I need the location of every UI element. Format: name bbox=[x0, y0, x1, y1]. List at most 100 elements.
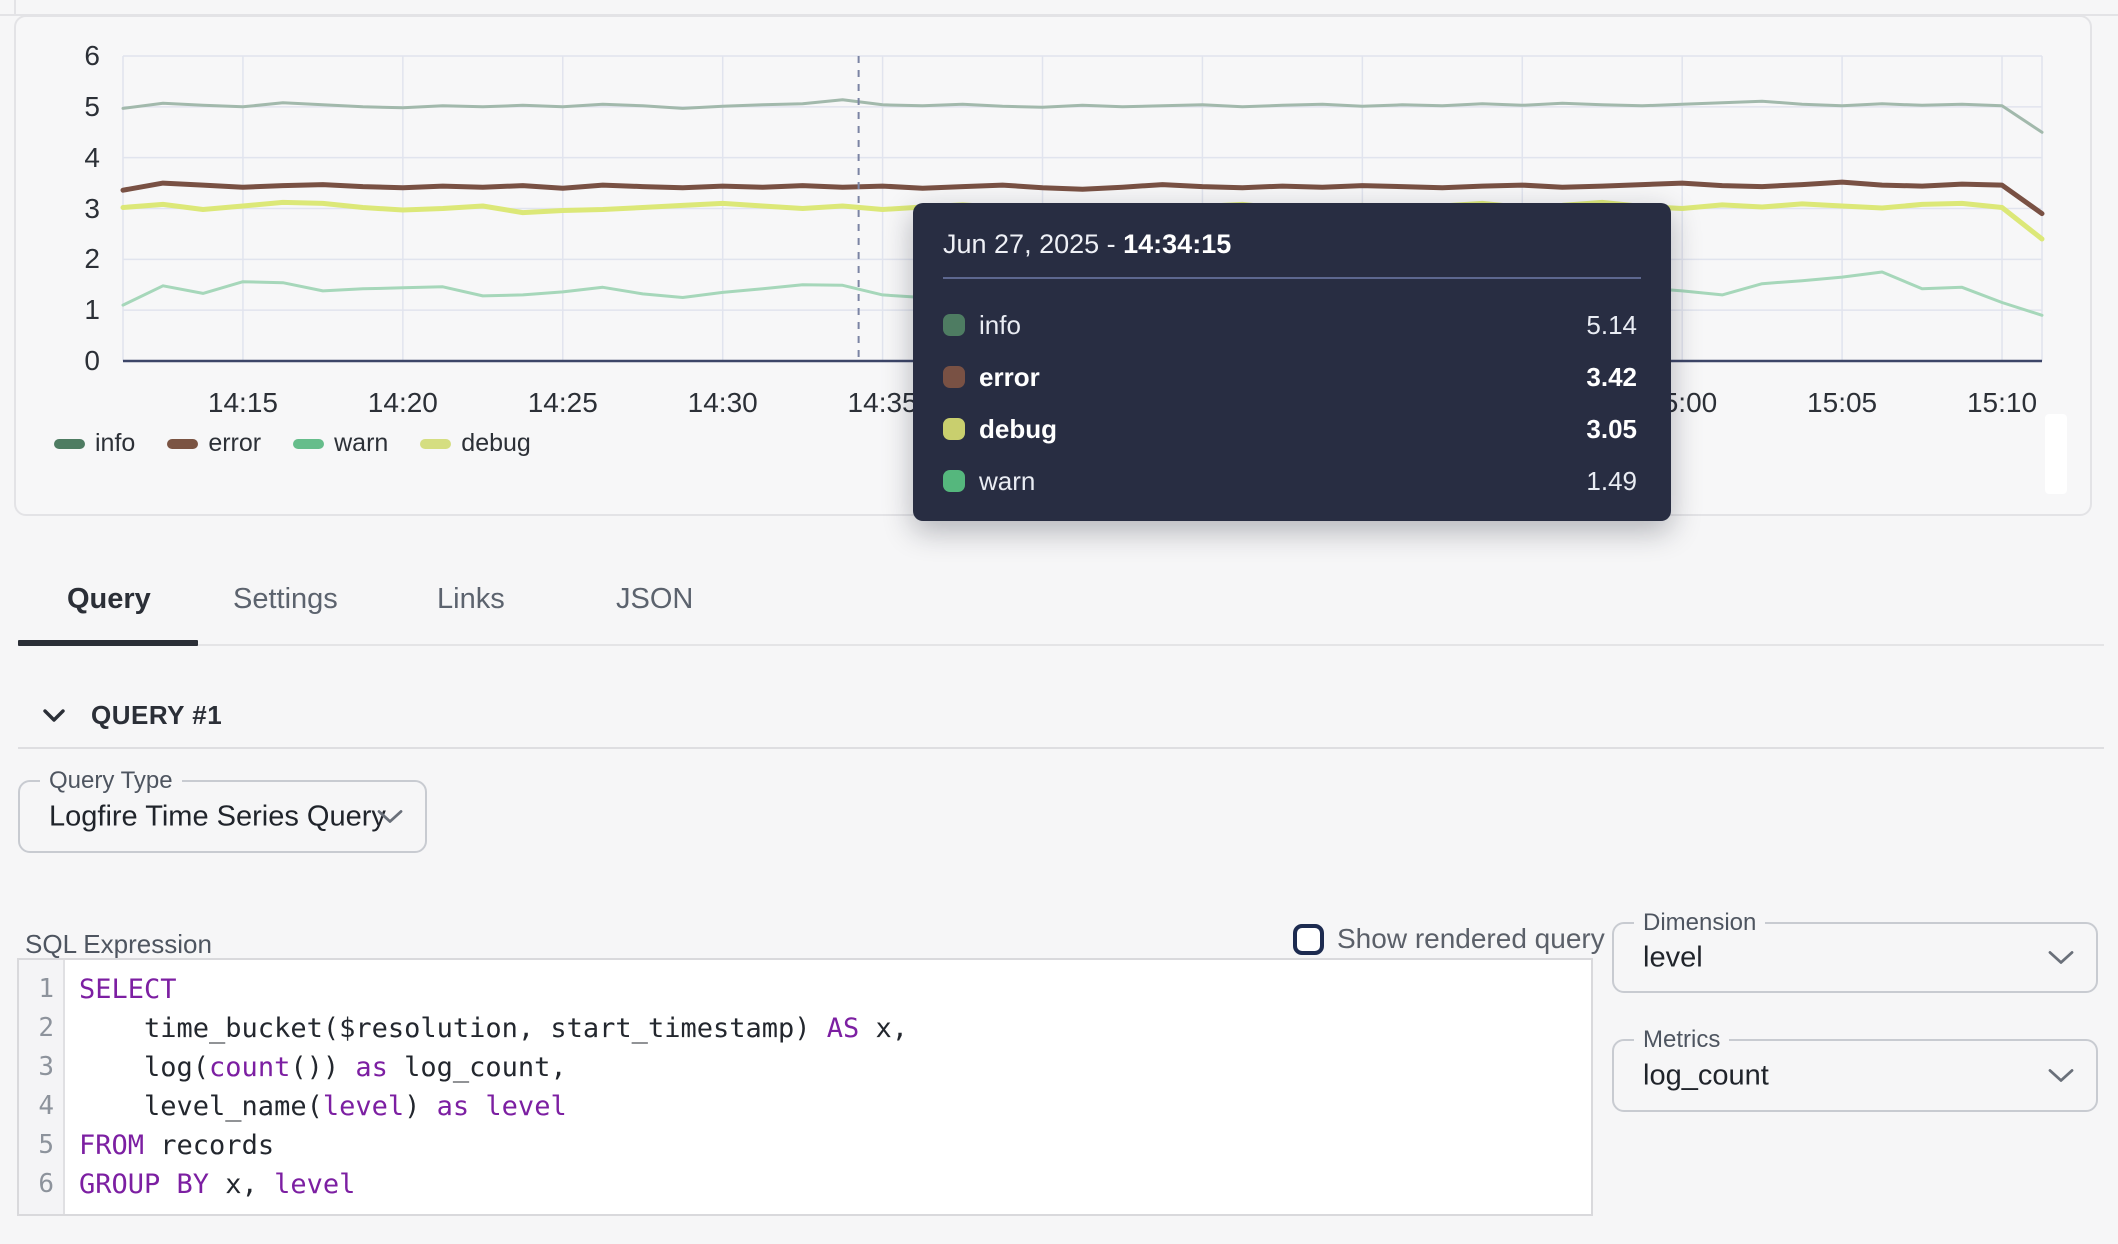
line-number-gutter: 123456 bbox=[19, 960, 65, 1214]
series-value: 3.05 bbox=[1586, 414, 1637, 445]
sql-code-editor[interactable]: 123456 SELECT time_bucket($resolution, s… bbox=[17, 958, 1593, 1216]
series-color-chip bbox=[943, 366, 965, 388]
tab-links[interactable]: Links bbox=[437, 583, 505, 616]
tab-query[interactable]: Query bbox=[67, 583, 151, 616]
series-label: error bbox=[979, 362, 1040, 393]
sql-text-token: time_bucket($resolution, start_timestamp… bbox=[79, 1013, 827, 1044]
sql-keyword-token: SELECT bbox=[79, 974, 177, 1005]
legend-swatch bbox=[167, 439, 198, 449]
legend-item-error[interactable]: error bbox=[167, 429, 261, 458]
line-number: 5 bbox=[19, 1126, 63, 1165]
metrics-value: log_count bbox=[1643, 1059, 1769, 1092]
sql-keyword-token: as bbox=[437, 1091, 470, 1122]
line-number: 4 bbox=[19, 1087, 63, 1126]
series-label: debug bbox=[979, 414, 1057, 445]
show-rendered-query-label: Show rendered query bbox=[1337, 923, 1605, 955]
tab-bar-divider bbox=[18, 644, 2104, 646]
sql-text-token: ) bbox=[404, 1091, 437, 1122]
sql-text-token bbox=[469, 1091, 485, 1122]
y-axis-tick: 6 bbox=[56, 42, 100, 70]
sql-keyword-token: as bbox=[355, 1052, 388, 1083]
panel-editor-page: 0123456 14:1514:2014:2514:3014:3514:4014… bbox=[0, 0, 2118, 1244]
x-axis-tick: 15:10 bbox=[1942, 387, 2062, 419]
divider bbox=[18, 747, 2104, 749]
line-number: 1 bbox=[19, 970, 63, 1009]
tab-settings[interactable]: Settings bbox=[233, 583, 338, 616]
active-tab-indicator bbox=[18, 640, 198, 646]
legend-item-warn[interactable]: warn bbox=[293, 429, 388, 458]
sql-line[interactable]: FROM records bbox=[79, 1126, 1591, 1165]
sql-code[interactable]: SELECT time_bucket($resolution, start_ti… bbox=[65, 960, 1591, 1214]
tooltip-row-error: error 3.42 bbox=[943, 351, 1637, 403]
x-axis-tick: 14:30 bbox=[663, 387, 783, 419]
sql-keyword-token: level bbox=[485, 1091, 566, 1122]
tab-json[interactable]: JSON bbox=[616, 583, 693, 616]
divider bbox=[14, 0, 16, 14]
show-rendered-query-checkbox[interactable] bbox=[1293, 924, 1324, 955]
query-section-header[interactable]: QUERY #1 bbox=[43, 700, 222, 731]
series-value: 3.42 bbox=[1586, 362, 1637, 393]
y-axis-tick: 4 bbox=[56, 144, 100, 172]
chevron-down-icon bbox=[377, 809, 403, 824]
sql-text-token: level_name( bbox=[79, 1091, 323, 1122]
show-rendered-query-toggle[interactable]: Show rendered query bbox=[1293, 923, 1605, 955]
query-section-title: QUERY #1 bbox=[91, 700, 222, 731]
y-axis-tick: 0 bbox=[56, 347, 100, 375]
y-axis-tick: 2 bbox=[56, 245, 100, 273]
query-type-select[interactable]: Query Type Logfire Time Series Query bbox=[18, 780, 427, 853]
dimension-value: level bbox=[1643, 941, 1703, 974]
metrics-select[interactable]: Metrics log_count bbox=[1612, 1039, 2098, 1112]
y-axis-tick: 1 bbox=[56, 296, 100, 324]
x-axis-tick: 14:25 bbox=[503, 387, 623, 419]
x-axis-tick: 15:05 bbox=[1782, 387, 1902, 419]
sql-keyword-token: count bbox=[209, 1052, 290, 1083]
sql-text-token: log_count, bbox=[388, 1052, 567, 1083]
scrollbar-thumb[interactable] bbox=[2045, 414, 2067, 494]
line-number: 6 bbox=[19, 1165, 63, 1204]
chevron-down-icon bbox=[2048, 1068, 2074, 1083]
tooltip-row-debug: debug 3.05 bbox=[943, 403, 1637, 455]
sql-line[interactable]: SELECT bbox=[79, 970, 1591, 1009]
sql-text-token: x, bbox=[859, 1013, 908, 1044]
x-axis-tick: 14:15 bbox=[183, 387, 303, 419]
sql-text-token: ()) bbox=[290, 1052, 355, 1083]
divider bbox=[943, 277, 1641, 279]
line-number: 3 bbox=[19, 1048, 63, 1087]
chevron-down-icon bbox=[2048, 950, 2074, 965]
legend-label: warn bbox=[334, 429, 388, 458]
sql-text-token: x, bbox=[209, 1169, 274, 1200]
sql-keyword-token: level bbox=[274, 1169, 355, 1200]
tooltip-rows: info 5.14 error 3.42 debug 3.05 warn 1.49 bbox=[943, 299, 1637, 507]
legend-item-debug[interactable]: debug bbox=[420, 429, 531, 458]
sql-keyword-token: GROUP BY bbox=[79, 1169, 209, 1200]
dimension-label: Dimension bbox=[1634, 910, 1765, 936]
sql-line[interactable]: log(count()) as log_count, bbox=[79, 1048, 1591, 1087]
chart-legend: info error warn debug bbox=[54, 429, 531, 458]
series-value: 5.14 bbox=[1586, 310, 1637, 341]
sql-keyword-token: level bbox=[323, 1091, 404, 1122]
query-type-label: Query Type bbox=[40, 768, 182, 794]
legend-item-info[interactable]: info bbox=[54, 429, 135, 458]
series-label: warn bbox=[979, 466, 1035, 497]
tooltip-row-warn: warn 1.49 bbox=[943, 455, 1637, 507]
series-color-chip bbox=[943, 418, 965, 440]
legend-swatch bbox=[54, 439, 85, 449]
series-color-chip bbox=[943, 470, 965, 492]
series-color-chip bbox=[943, 314, 965, 336]
legend-swatch bbox=[420, 439, 451, 449]
sql-text-token: records bbox=[144, 1130, 274, 1161]
sql-line[interactable]: level_name(level) as level bbox=[79, 1087, 1591, 1126]
series-value: 1.49 bbox=[1586, 466, 1637, 497]
x-axis-tick: 14:20 bbox=[343, 387, 463, 419]
sql-expression-label: SQL Expression bbox=[25, 929, 212, 960]
chevron-down-icon bbox=[43, 709, 65, 723]
series-label: info bbox=[979, 310, 1021, 341]
y-axis-tick: 3 bbox=[56, 195, 100, 223]
sql-line[interactable]: time_bucket($resolution, start_timestamp… bbox=[79, 1009, 1591, 1048]
legend-swatch bbox=[293, 439, 324, 449]
chart-tooltip: Jun 27, 2025 - 14:34:15 info 5.14 error 3.4… bbox=[913, 203, 1671, 521]
tooltip-timestamp: Jun 27, 2025 - 14:34:15 bbox=[943, 229, 1231, 260]
sql-line[interactable]: GROUP BY x, level bbox=[79, 1165, 1591, 1204]
dimension-select[interactable]: Dimension level bbox=[1612, 922, 2098, 993]
sql-text-token: log( bbox=[79, 1052, 209, 1083]
